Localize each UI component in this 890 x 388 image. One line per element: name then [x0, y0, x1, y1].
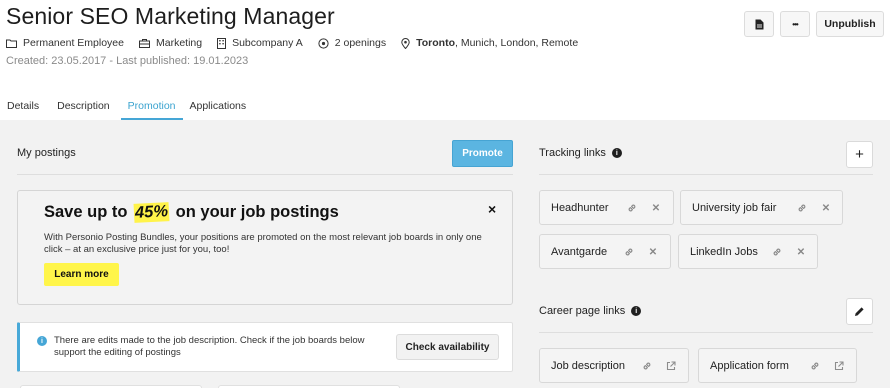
add-tracking-link-button[interactable]: + [846, 141, 873, 168]
department-icon [138, 38, 150, 48]
meta-company: Subcompany A [217, 37, 303, 49]
department: Marketing [155, 37, 203, 49]
remove-icon[interactable]: ✕ [795, 246, 807, 258]
folder-icon [6, 39, 17, 48]
document-icon [755, 19, 763, 29]
remove-icon[interactable]: ✕ [647, 246, 659, 258]
link-icon[interactable] [796, 202, 808, 214]
company: Subcompany A [232, 37, 303, 49]
edit-notice: i There are edits made to the job descri… [17, 322, 513, 372]
meta-openings: 2 openings [318, 37, 386, 49]
notice-text: There are edits made to the job descript… [54, 335, 365, 358]
pencil-icon [855, 307, 864, 316]
promote-button[interactable]: Promote [452, 140, 513, 167]
tracking-link-chip[interactable]: University job fair ✕ [680, 190, 843, 225]
career-heading: Career page links i [539, 305, 642, 317]
employment-type: Permanent Employee [23, 37, 124, 49]
tracking-heading: Tracking links i [539, 147, 622, 159]
primary-location: Toronto [416, 37, 455, 49]
tracking-divider [539, 174, 873, 175]
career-link-label: Job description [551, 359, 625, 372]
meta-locations: Toronto, Munich, London, Remote [401, 37, 578, 49]
more-icon: ••• [792, 19, 798, 29]
bundle-description: With Personio Posting Bundles, your posi… [44, 232, 482, 255]
link-icon[interactable] [623, 246, 635, 258]
bundle-title-after: on your job postings [175, 203, 339, 221]
tracking-link-chip[interactable]: Headhunter ✕ [539, 190, 674, 225]
target-icon [318, 37, 329, 49]
tab-applications[interactable]: Applications [183, 95, 254, 120]
postings-heading: My postings [17, 147, 76, 159]
unpublish-button[interactable]: Unpublish [816, 11, 884, 37]
postings-title: My postings [17, 147, 76, 159]
check-availability-button[interactable]: Check availability [396, 334, 499, 360]
job-dates: Created: 23.05.2017 - Last published: 19… [6, 55, 249, 67]
more-options-button[interactable]: ••• [780, 11, 810, 37]
bundle-promo-card: Save up to 45% on your job postings × Wi… [17, 190, 513, 305]
page-header: Senior SEO Marketing Manager Permanent E… [0, 0, 890, 120]
remove-icon[interactable]: ✕ [650, 202, 662, 214]
meta-department: Marketing [138, 37, 203, 49]
location-pin-icon [401, 37, 410, 49]
tab-description[interactable]: Description [50, 95, 117, 120]
tab-promotion[interactable]: Promotion [120, 95, 183, 120]
link-icon[interactable] [626, 202, 638, 214]
external-link-icon[interactable] [665, 360, 677, 372]
tracking-link-label: Headhunter [551, 201, 609, 214]
info-icon[interactable]: i [631, 306, 642, 316]
career-title: Career page links [539, 305, 626, 317]
career-link-chip[interactable]: Job description [539, 348, 689, 383]
bundle-discount: 45% [133, 202, 170, 223]
link-icon[interactable] [809, 360, 821, 372]
tracking-link-label: University job fair [692, 201, 777, 214]
info-icon[interactable]: i [611, 148, 622, 158]
openings: 2 openings [334, 37, 387, 49]
tracking-link-chip[interactable]: LinkedIn Jobs ✕ [678, 234, 818, 269]
job-title: Senior SEO Marketing Manager [6, 3, 335, 29]
postings-divider [17, 174, 513, 175]
document-button[interactable] [744, 11, 774, 37]
plus-icon: + [855, 146, 864, 163]
career-link-label: Application form [710, 359, 789, 372]
tracking-link-chip[interactable]: Avantgarde ✕ [539, 234, 671, 269]
edit-career-links-button[interactable] [846, 298, 873, 325]
tracking-link-label: LinkedIn Jobs [690, 245, 758, 258]
remove-icon[interactable]: ✕ [820, 202, 832, 214]
tab-details[interactable]: Details [0, 95, 46, 120]
tracking-title: Tracking links [539, 147, 606, 159]
building-icon [217, 37, 227, 49]
other-locations: , Munich, London, Remote [455, 37, 579, 49]
bundle-title: Save up to 45% on your job postings [44, 202, 339, 223]
link-icon[interactable] [771, 246, 783, 258]
external-link-icon[interactable] [833, 360, 845, 372]
tab-bar: Details Description Promotion Applicatio… [0, 95, 253, 120]
career-link-chip[interactable]: Application form [698, 348, 857, 383]
career-divider [539, 332, 873, 333]
close-icon[interactable]: × [488, 201, 496, 217]
bundle-title-before: Save up to [44, 203, 128, 221]
meta-employment: Permanent Employee [6, 37, 124, 49]
info-icon: i [37, 336, 47, 346]
job-meta: Permanent Employee Marketing Subcompany … [6, 37, 593, 49]
learn-more-button[interactable]: Learn more [44, 263, 119, 286]
tracking-link-label: Avantgarde [551, 245, 608, 258]
link-icon[interactable] [641, 360, 653, 372]
